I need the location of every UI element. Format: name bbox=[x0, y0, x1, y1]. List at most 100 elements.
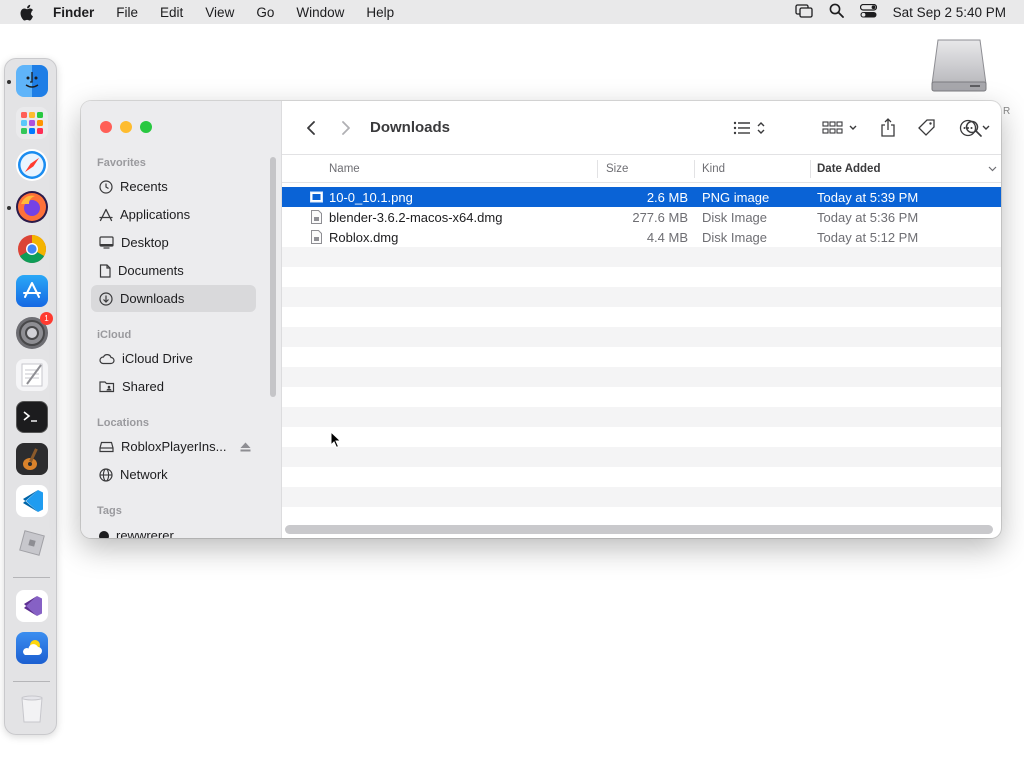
app-store-icon[interactable] bbox=[16, 275, 48, 307]
eject-icon[interactable] bbox=[240, 442, 251, 452]
window-title: Downloads bbox=[370, 119, 451, 136]
back-button[interactable] bbox=[302, 117, 320, 139]
sidebar-item-icloud-drive[interactable]: iCloud Drive bbox=[91, 345, 256, 372]
firefox-icon[interactable] bbox=[16, 191, 48, 223]
sidebar-header-favorites: Favorites bbox=[97, 157, 146, 169]
search-button[interactable] bbox=[963, 117, 983, 139]
sidebar-item-desktop[interactable]: Desktop bbox=[91, 229, 256, 256]
column-header: Name Size Kind Date Added bbox=[282, 155, 1001, 183]
dock-separator bbox=[13, 577, 50, 578]
chrome-icon[interactable] bbox=[16, 233, 48, 265]
chevron-left-icon bbox=[307, 121, 315, 135]
tag-icon bbox=[918, 119, 935, 136]
view-mode-button[interactable] bbox=[732, 117, 772, 139]
sidebar-item-shared[interactable]: Shared bbox=[91, 373, 256, 400]
file-row[interactable]: 10-0_10.1.png 2.6 MB PNG image Today at … bbox=[282, 187, 1001, 207]
file-kind: Disk Image bbox=[702, 209, 768, 225]
column-name[interactable]: Name bbox=[329, 155, 360, 183]
file-list: 10-0_10.1.png 2.6 MB PNG image Today at … bbox=[282, 187, 1001, 527]
drive-label: R bbox=[1003, 106, 1011, 117]
trash-icon[interactable] bbox=[16, 693, 48, 725]
search-icon bbox=[965, 120, 982, 137]
file-size: 2.6 MB bbox=[646, 189, 688, 205]
clock-icon bbox=[99, 179, 113, 194]
file-row[interactable]: blender-3.6.2-macos-x64.dmg 277.6 MB Dis… bbox=[282, 207, 1001, 227]
applications-icon bbox=[99, 208, 113, 221]
column-size[interactable]: Size bbox=[606, 155, 628, 183]
sort-chevron-down-icon[interactable] bbox=[988, 155, 997, 183]
group-button[interactable] bbox=[822, 117, 860, 139]
empty-row bbox=[282, 327, 1001, 347]
external-drive-icon[interactable] bbox=[930, 36, 988, 94]
file-kind: Disk Image bbox=[702, 229, 768, 245]
sidebar-item-network[interactable]: Network bbox=[91, 461, 256, 488]
share-button[interactable] bbox=[878, 117, 898, 139]
sidebar-item-downloads[interactable]: Downloads bbox=[91, 285, 256, 312]
apple-menu-icon[interactable] bbox=[17, 3, 35, 21]
sidebar-item-label: Applications bbox=[120, 207, 191, 222]
menu-bar: Finder File Edit View Go Window Help Sat… bbox=[0, 0, 1024, 24]
safari-icon[interactable] bbox=[16, 149, 48, 181]
textedit-icon[interactable] bbox=[16, 359, 48, 391]
vscode-icon[interactable] bbox=[16, 485, 48, 517]
weather-icon[interactable] bbox=[16, 632, 48, 664]
list-view-icon bbox=[733, 121, 765, 135]
close-button[interactable] bbox=[100, 121, 112, 133]
running-indicator bbox=[7, 80, 11, 84]
notification-badge: 1 bbox=[40, 312, 53, 325]
empty-row bbox=[282, 487, 1001, 507]
sidebar-item-applications[interactable]: Applications bbox=[91, 201, 256, 228]
sidebar-item-tag[interactable]: rewwrerer bbox=[91, 522, 256, 538]
file-date-added: Today at 5:12 PM bbox=[817, 229, 919, 245]
garageband-icon[interactable] bbox=[16, 443, 48, 475]
menu-file[interactable]: File bbox=[116, 5, 138, 20]
cloud-icon bbox=[99, 353, 115, 364]
screen-mirroring-icon[interactable] bbox=[795, 3, 813, 21]
dock-separator bbox=[13, 681, 50, 682]
finder-icon[interactable] bbox=[16, 65, 48, 97]
download-icon bbox=[99, 291, 113, 306]
menu-app-finder[interactable]: Finder bbox=[53, 5, 94, 20]
column-date-added[interactable]: Date Added bbox=[817, 155, 880, 183]
terminal-icon[interactable] bbox=[16, 401, 48, 433]
column-kind[interactable]: Kind bbox=[702, 155, 725, 183]
sidebar-item-label: rewwrerer bbox=[116, 528, 174, 538]
visual-studio-icon[interactable] bbox=[16, 590, 48, 622]
globe-icon bbox=[99, 467, 113, 482]
running-indicator bbox=[7, 206, 11, 210]
file-row[interactable]: Roblox.dmg 4.4 MB Disk Image Today at 5:… bbox=[282, 227, 1001, 247]
launchpad-icon[interactable] bbox=[16, 107, 48, 139]
tag-dot-icon bbox=[99, 530, 109, 538]
window-controls bbox=[100, 121, 152, 133]
zoom-button[interactable] bbox=[140, 121, 152, 133]
sidebar-item-recents[interactable]: Recents bbox=[91, 173, 256, 200]
menu-go[interactable]: Go bbox=[256, 5, 274, 20]
dock: 1 bbox=[4, 58, 57, 735]
control-center-icon[interactable] bbox=[859, 3, 877, 21]
grid-group-icon bbox=[822, 121, 857, 134]
column-divider[interactable] bbox=[597, 160, 598, 178]
sidebar-scrollbar[interactable] bbox=[270, 157, 276, 397]
system-settings-icon[interactable]: 1 bbox=[16, 312, 53, 349]
menu-help[interactable]: Help bbox=[366, 5, 394, 20]
tag-button[interactable] bbox=[915, 117, 939, 139]
roblox-icon[interactable] bbox=[16, 527, 48, 559]
file-date-added: Today at 5:39 PM bbox=[817, 189, 919, 205]
column-divider[interactable] bbox=[810, 160, 811, 178]
menu-clock[interactable]: Sat Sep 2 5:40 PM bbox=[893, 5, 1006, 20]
sidebar-item-label: iCloud Drive bbox=[122, 351, 193, 366]
menu-window[interactable]: Window bbox=[296, 5, 344, 20]
sidebar-item-label: RobloxPlayerIns... bbox=[121, 439, 227, 454]
spotlight-search-icon[interactable] bbox=[829, 3, 844, 21]
sidebar-item-roblox-installer[interactable]: RobloxPlayerIns... bbox=[91, 433, 256, 460]
toolbar: Downloads bbox=[282, 101, 1001, 155]
minimize-button[interactable] bbox=[120, 121, 132, 133]
sidebar-item-documents[interactable]: Documents bbox=[91, 257, 256, 284]
horizontal-scrollbar[interactable] bbox=[285, 525, 993, 534]
column-divider[interactable] bbox=[694, 160, 695, 178]
forward-button[interactable] bbox=[337, 117, 355, 139]
disk-image-file-icon bbox=[311, 227, 322, 247]
menu-view[interactable]: View bbox=[205, 5, 234, 20]
chevron-right-icon bbox=[342, 121, 350, 135]
menu-edit[interactable]: Edit bbox=[160, 5, 183, 20]
